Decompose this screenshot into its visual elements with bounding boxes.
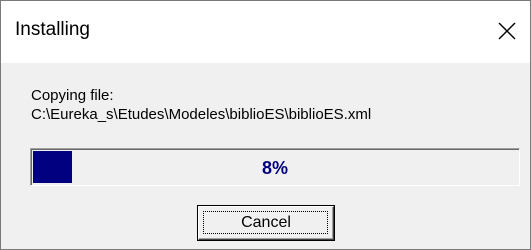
- window-title: Installing: [15, 19, 90, 40]
- dialog-body: Copying file: C:\Eureka_s\Etudes\Modeles…: [1, 63, 530, 249]
- installing-dialog: Installing Copying file: C:\Eureka_s\Etu…: [0, 0, 531, 250]
- file-path-text: C:\Eureka_s\Etudes\Modeles\biblioES\bibl…: [31, 106, 372, 123]
- close-button[interactable]: [484, 1, 530, 63]
- title-bar[interactable]: Installing: [1, 1, 530, 63]
- close-x-icon: [498, 22, 516, 40]
- progress-percent-label: 8%: [261, 158, 288, 178]
- copying-file-label: Copying file:: [31, 87, 114, 104]
- cancel-button[interactable]: Cancel: [197, 205, 335, 241]
- progress-bar: 8%: [30, 148, 520, 186]
- cancel-button-label: Cancel: [241, 214, 291, 231]
